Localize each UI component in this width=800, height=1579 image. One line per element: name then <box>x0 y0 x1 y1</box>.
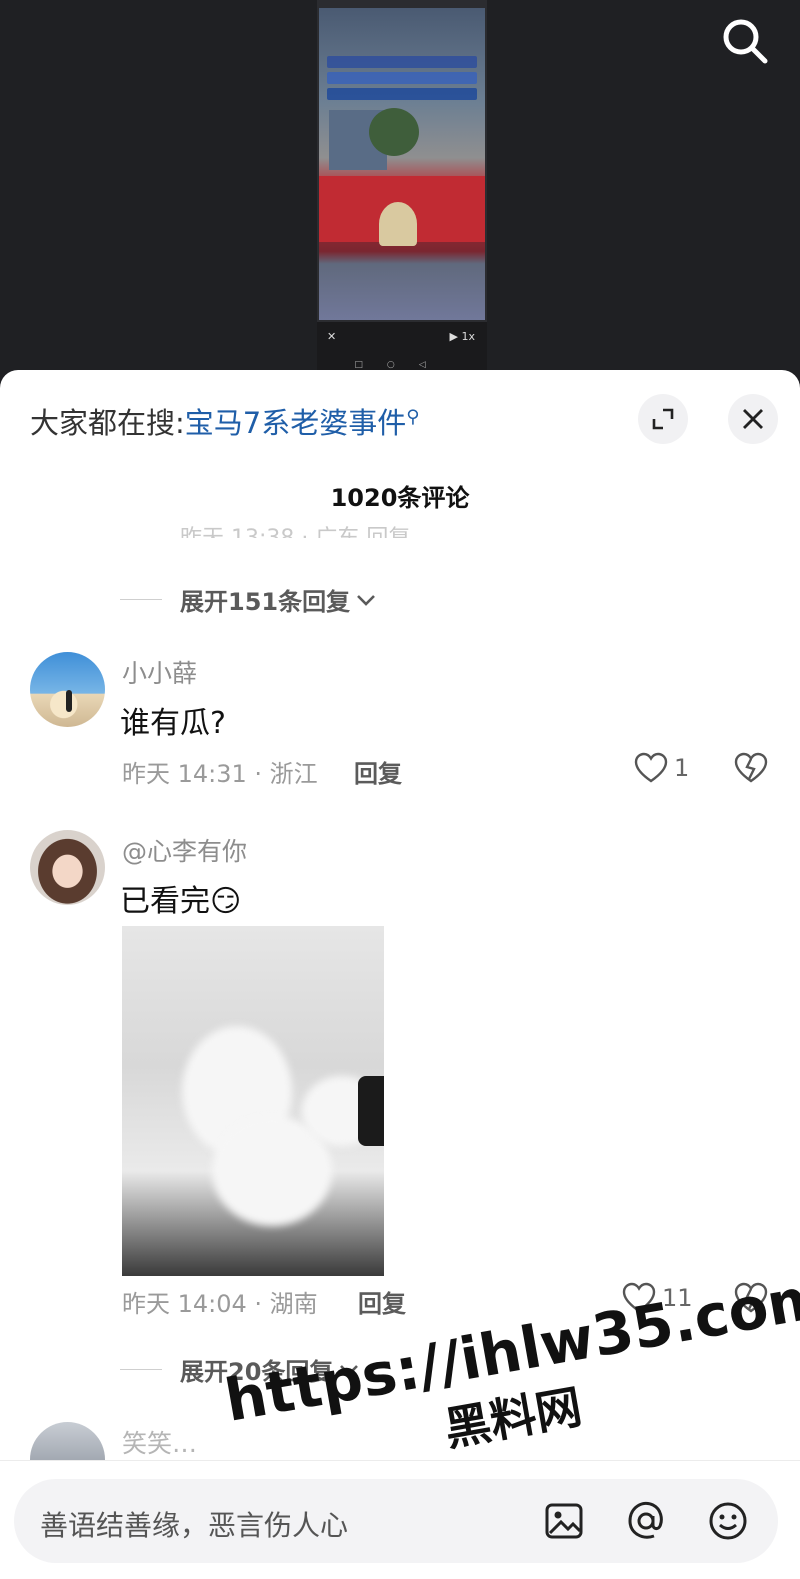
comment-meta: 昨天 14:04 · 湖南 <box>122 1290 318 1318</box>
broken-heart-icon <box>734 752 768 783</box>
video-controls: ✕ ▶ 1x □○◁ <box>317 322 487 372</box>
image-icon <box>545 1503 583 1539</box>
reply-button[interactable]: 回复 <box>358 1284 406 1319</box>
video-nav-bar: □○◁ <box>354 360 450 370</box>
comment-image[interactable] <box>122 926 384 1276</box>
image-dark-shape <box>358 1076 384 1146</box>
video-caption-3 <box>327 88 477 100</box>
video-area[interactable]: ✕ ▶ 1x □○◁ <box>0 0 800 375</box>
dislike-button[interactable] <box>734 752 768 788</box>
search-icon <box>723 19 768 64</box>
emoji-icon <box>709 1502 747 1540</box>
comment-author[interactable]: 小小薛 <box>122 654 197 690</box>
at-icon <box>628 1501 663 1539</box>
divider-line <box>120 599 162 600</box>
close-icon <box>743 409 763 429</box>
chevron-down-icon <box>357 594 376 606</box>
expand-replies-label: 展开151条回复 <box>180 588 351 616</box>
search-button[interactable] <box>718 14 772 68</box>
trending-search-link[interactable]: 宝马7系老婆事件 <box>185 406 406 440</box>
video-thumbnail[interactable]: ✕ ▶ 1x □○◁ <box>317 0 487 372</box>
video-speed: 1x <box>461 330 475 343</box>
trending-prefix: 大家都在搜: <box>30 406 185 440</box>
image-picker-button[interactable] <box>542 1499 586 1543</box>
comment-meta: 昨天 14:31 · 浙江 <box>122 760 318 788</box>
close-sheet-button[interactable] <box>728 394 778 444</box>
expand-sheet-button[interactable] <box>638 394 688 444</box>
trending-search[interactable]: 大家都在搜:宝马7系老婆事件⚲ <box>30 400 419 442</box>
comment-author[interactable]: 笑笑… <box>122 1424 197 1460</box>
comment-input[interactable]: 善语结善缘，恶言伤人心 <box>14 1479 778 1563</box>
expand-icon <box>652 408 674 430</box>
avatar[interactable] <box>30 830 105 905</box>
like-count: 1 <box>674 754 690 782</box>
comment-input-placeholder: 善语结善缘，恶言伤人心 <box>40 1509 349 1542</box>
reply-button[interactable]: 回复 <box>354 754 402 789</box>
heart-icon <box>634 752 668 783</box>
previous-comment-meta-cutoff: 昨天 13:38 · 广东 回复 <box>180 520 780 538</box>
comment-text: 已看完😏 <box>120 884 242 919</box>
comment-text: 谁有瓜? <box>120 706 226 741</box>
divider-line <box>120 1369 162 1370</box>
video-tree <box>369 108 419 156</box>
video-frame <box>319 8 485 320</box>
search-small-icon: ⚲ <box>406 406 420 428</box>
avatar[interactable] <box>30 652 105 727</box>
video-close-control[interactable]: ✕ <box>327 330 336 343</box>
emoji-button[interactable] <box>706 1499 750 1543</box>
comment-count: 1020条评论 <box>330 484 470 512</box>
comment-input-bar: 善语结善缘，恶言伤人心 <box>0 1460 800 1579</box>
comment-author[interactable]: @心李有你 <box>122 832 247 868</box>
like-button[interactable]: 1 <box>634 752 689 784</box>
mention-button[interactable] <box>624 1499 668 1543</box>
video-caption-1 <box>327 56 477 68</box>
video-play-control[interactable]: ▶ 1x <box>450 330 475 343</box>
video-person <box>379 202 417 246</box>
expand-replies-button[interactable]: 展开151条回复 <box>120 582 378 617</box>
video-caption-2 <box>327 72 477 84</box>
